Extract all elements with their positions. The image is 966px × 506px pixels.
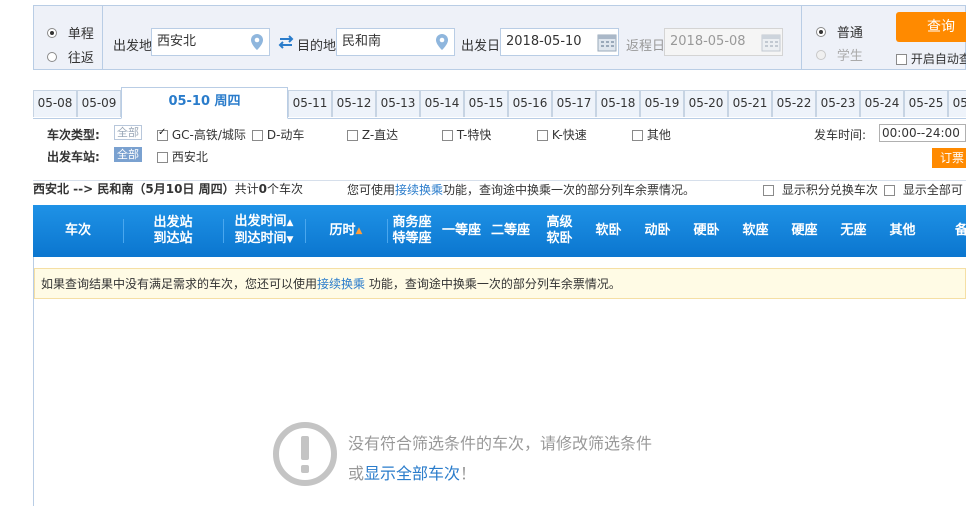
col-premium-sleeper[interactable]: 高级 软卧 — [535, 205, 584, 257]
col-first-class[interactable]: 一等座 — [437, 205, 486, 257]
date-tab[interactable]: 05-22 — [772, 90, 816, 117]
book-button[interactable]: 订票 — [932, 148, 966, 168]
auto-query-option[interactable]: 开启自动查 — [896, 50, 966, 67]
date-tab[interactable]: 05-11 — [288, 90, 332, 117]
col-hard-sleeper[interactable]: 硬卧 — [682, 205, 731, 257]
date-tabs: 05-08 05-09 05-10 周四 05-11 05-12 05-13 05-14 05… — [33, 87, 966, 119]
col-duration[interactable]: 历时 ▲ — [305, 205, 387, 257]
filter-z[interactable]: Z-直达 — [347, 126, 398, 143]
depart-time-label: 发车时间: — [814, 128, 867, 142]
result-summary: 西安北 --> 民和南（5月10日 周四）共计0个车次 — [33, 182, 303, 196]
location-pin-icon[interactable] — [435, 33, 449, 51]
depart-time-select[interactable]: 00:00--24:00 — [879, 124, 966, 142]
checkbox[interactable] — [157, 152, 168, 163]
station-xian-north[interactable]: 西安北 — [157, 148, 208, 165]
filter-k[interactable]: K-快速 — [537, 126, 587, 143]
date-tab[interactable]: 05-19 — [640, 90, 684, 117]
filter-other[interactable]: 其他 — [632, 126, 671, 143]
date-tab[interactable]: 05-15 — [464, 90, 508, 117]
sort-down-icon: ▼ — [286, 235, 294, 245]
station-all[interactable]: 全部 — [114, 147, 142, 162]
transfer-tip: 您可使用接续换乘功能，查询途中换乘一次的部分列车余票情况。 — [347, 183, 696, 197]
date-tab[interactable]: 05-14 — [420, 90, 464, 117]
checkbox[interactable] — [252, 130, 263, 141]
empty-message: 没有符合筛选条件的车次，请修改筛选条件 — [348, 434, 653, 453]
radio-student[interactable] — [816, 50, 826, 60]
checkbox[interactable] — [537, 130, 548, 141]
checkbox[interactable] — [347, 130, 358, 141]
col-hard-seat[interactable]: 硬座 — [780, 205, 829, 257]
depart-date-label: 出发日 — [461, 39, 501, 54]
date-tab[interactable]: 05-08 — [33, 90, 77, 117]
col-second-class[interactable]: 二等座 — [486, 205, 535, 257]
date-tab[interactable]: 05-10 周四 — [121, 87, 288, 119]
calendar-icon[interactable] — [761, 32, 781, 52]
calendar-icon[interactable] — [597, 32, 617, 52]
date-tab[interactable]: 05-23 — [816, 90, 860, 117]
train-type-all[interactable]: 全部 — [114, 125, 142, 140]
col-remark[interactable]: 备 — [927, 205, 966, 257]
passenger-type-student[interactable]: 学生 — [816, 45, 863, 64]
divider — [801, 6, 802, 69]
from-label: 出发地 — [113, 39, 153, 54]
date-tab[interactable]: 05-24 — [860, 90, 904, 117]
col-soft-sleeper[interactable]: 软卧 — [584, 205, 633, 257]
date-tab[interactable]: 05-17 — [552, 90, 596, 117]
col-motor-sleeper[interactable]: 动卧 — [633, 205, 682, 257]
filter-t[interactable]: T-特快 — [442, 126, 491, 143]
col-times[interactable]: 出发时间▲ 到达时间▼ — [223, 205, 305, 257]
trip-type-oneway[interactable]: 单程 — [47, 23, 94, 42]
date-tab[interactable]: 05-16 — [508, 90, 552, 117]
col-train-no[interactable]: 车次 — [33, 205, 123, 257]
date-tab[interactable]: 05-09 — [77, 90, 121, 117]
date-tab[interactable]: 05-25 — [904, 90, 948, 117]
station-label: 出发车站: — [47, 150, 100, 164]
points-option[interactable]: 显示积分兑换车次 — [763, 181, 878, 198]
date-tab[interactable]: 05-20 — [684, 90, 728, 117]
empty-message-secondary: 或显示全部车次！ — [348, 464, 477, 483]
date-tab[interactable]: 05-26 — [948, 90, 966, 117]
col-other[interactable]: 其他 — [878, 205, 927, 257]
train-type-label: 车次类型: — [47, 128, 100, 142]
query-button[interactable]: 查询 — [896, 12, 966, 42]
checkbox[interactable] — [442, 130, 453, 141]
location-pin-icon[interactable] — [250, 33, 264, 51]
return-date-label: 返程日 — [626, 39, 666, 54]
transfer-link[interactable]: 接续换乘 — [317, 277, 365, 291]
notice-bar: 如果查询结果中没有满足需求的车次，您还可以使用接续换乘 功能，查询途中换乘一次的… — [34, 268, 966, 299]
checkbox[interactable] — [157, 127, 168, 141]
checkbox[interactable] — [632, 130, 643, 141]
checkbox[interactable] — [763, 185, 774, 196]
show-all-option[interactable]: 显示全部可 — [884, 181, 963, 198]
sort-up-icon: ▲ — [355, 226, 363, 236]
col-stations[interactable]: 出发站 到达站 — [123, 205, 223, 257]
transfer-link[interactable]: 接续换乘 — [395, 183, 443, 197]
table-header: 车次 出发站 到达站 出发时间▲ 到达时间▼ 历时 ▲ 商务座 特等座 一等座 二等座… — [33, 205, 966, 257]
radio-normal[interactable] — [816, 27, 826, 37]
radio-oneway[interactable] — [47, 28, 57, 38]
col-business[interactable]: 商务座 特等座 — [387, 205, 437, 257]
auto-query-checkbox[interactable] — [896, 54, 907, 65]
date-tab[interactable]: 05-13 — [376, 90, 420, 117]
warning-icon — [273, 422, 337, 486]
date-tab[interactable]: 05-12 — [332, 90, 376, 117]
date-tab[interactable]: 05-21 — [728, 90, 772, 117]
filter-d[interactable]: D-动车 — [252, 126, 304, 143]
show-all-trains-link[interactable]: 显示全部车次 — [364, 464, 460, 483]
col-no-seat[interactable]: 无座 — [829, 205, 878, 257]
to-label: 目的地 — [297, 39, 337, 54]
divider — [102, 6, 103, 69]
sort-up-icon: ▲ — [286, 218, 294, 228]
filter-gc[interactable]: GC-高铁/城际 — [157, 126, 246, 143]
passenger-type-normal[interactable]: 普通 — [816, 22, 863, 41]
radio-roundtrip[interactable] — [47, 52, 57, 62]
date-tab[interactable]: 05-18 — [596, 90, 640, 117]
swap-icon[interactable] — [277, 34, 295, 50]
col-soft-seat[interactable]: 软座 — [731, 205, 780, 257]
trip-type-roundtrip[interactable]: 往返 — [47, 47, 94, 66]
checkbox[interactable] — [884, 185, 895, 196]
